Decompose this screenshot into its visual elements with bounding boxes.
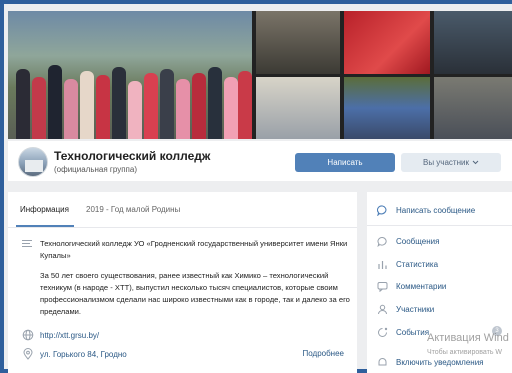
member-button[interactable]: Вы участник: [401, 153, 501, 172]
tab-info[interactable]: Информация: [20, 205, 69, 214]
cover-photo-collage[interactable]: [8, 11, 512, 139]
group-description: Технологический колледж УО «Гродненский …: [40, 238, 350, 326]
website-link[interactable]: http://xtt.grsu.by/: [40, 331, 99, 340]
cover-photo-6[interactable]: [344, 77, 430, 139]
description-paragraph-1: Технологический колледж УО «Гродненский …: [40, 239, 348, 260]
location-pin-icon: [23, 348, 33, 360]
menu-write-message[interactable]: Написать сообщение: [377, 203, 475, 217]
menu-item-label: Участники: [396, 304, 435, 314]
info-tabs: Информация 2019 - Год малой Родины: [8, 192, 357, 228]
group-subtitle: (официальная группа): [54, 165, 137, 174]
comments-icon: [377, 281, 388, 292]
info-card: Информация 2019 - Год малой Родины Техно…: [8, 192, 357, 373]
menu-item-comments[interactable]: Комментарии: [377, 279, 446, 293]
chevron-down-icon: [472, 160, 479, 165]
menu-item-label: Статистика: [396, 259, 439, 269]
group-avatar[interactable]: [18, 147, 48, 177]
group-header: Технологический колледж (официальная гру…: [8, 141, 512, 181]
active-tab-indicator: [16, 225, 74, 227]
bell-icon: [378, 357, 387, 365]
cover-photo-5[interactable]: [256, 77, 340, 139]
activation-watermark-subtitle: Чтобы активировать W: [427, 349, 503, 356]
write-button[interactable]: Написать: [295, 153, 395, 172]
menu-item-messages[interactable]: Сообщения: [377, 234, 439, 248]
message-icon: [377, 204, 387, 216]
chat-bubble-icon: [377, 236, 387, 247]
group-title: Технологический колледж: [54, 149, 211, 163]
address-row: ул. Горького 84, Гродно: [22, 348, 127, 360]
menu-divider: [367, 225, 512, 226]
cover-photo-graduates[interactable]: [8, 11, 252, 139]
cover-photo-2[interactable]: [256, 11, 340, 74]
menu-item-label: События: [396, 327, 430, 337]
menu-write-message-label: Написать сообщение: [396, 205, 476, 215]
activation-watermark-title: Активация Wind: [427, 332, 509, 344]
menu-item-label: Включить уведомления: [396, 357, 484, 367]
menu-item-label: Комментарии: [396, 281, 447, 291]
events-icon: [378, 327, 388, 337]
address-link[interactable]: ул. Горького 84, Гродно: [40, 350, 127, 359]
cover-photo-7[interactable]: [434, 77, 512, 139]
group-menu: Написать сообщение Сообщения Статистика …: [367, 192, 512, 373]
person-icon: [378, 304, 387, 314]
globe-icon: [22, 329, 34, 341]
menu-item-events[interactable]: События: [377, 325, 429, 339]
cover-photo-3[interactable]: [344, 11, 430, 74]
website-row: http://xtt.grsu.by/: [22, 329, 99, 341]
cover-photo-4[interactable]: [434, 11, 512, 74]
description-icon: [22, 240, 32, 248]
member-button-label: Вы участник: [423, 158, 469, 167]
tab-year-of-homeland[interactable]: 2019 - Год малой Родины: [86, 205, 180, 214]
description-paragraph-2: За 50 лет своего существования, ранее из…: [40, 271, 350, 316]
menu-item-statistics[interactable]: Статистика: [377, 257, 438, 271]
menu-item-label: Сообщения: [396, 236, 440, 246]
bar-chart-icon: [378, 260, 387, 269]
more-link[interactable]: Подробнее: [303, 349, 345, 358]
menu-item-members[interactable]: Участники: [377, 302, 434, 316]
menu-item-notifications[interactable]: Включить уведомления: [377, 355, 484, 369]
